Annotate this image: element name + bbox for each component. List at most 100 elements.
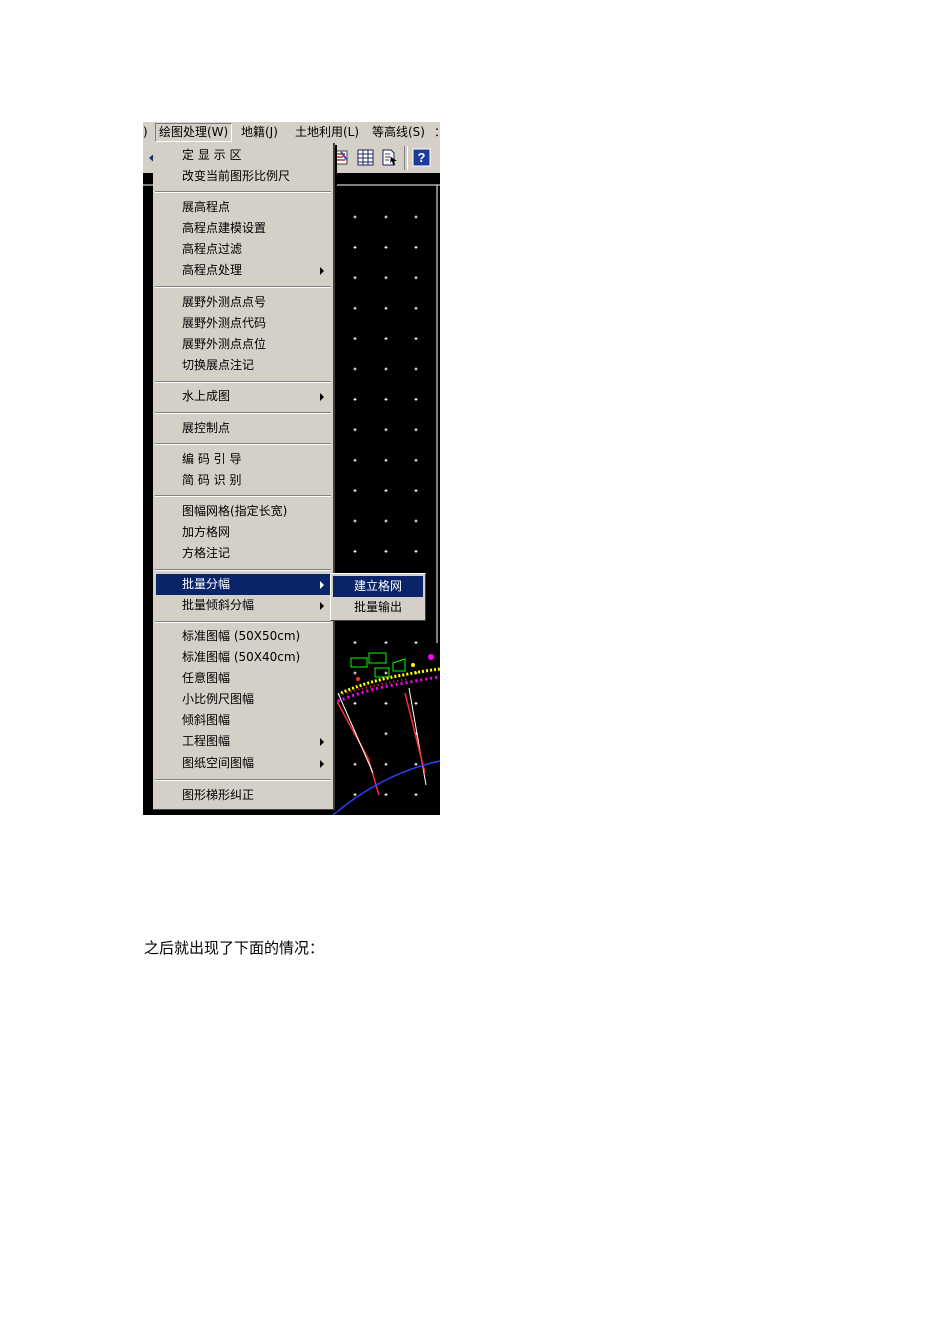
document-arrow-icon[interactable] [380,148,399,167]
menu-separator [155,779,331,781]
menu-cadastre[interactable]: 地籍(J) [241,124,278,141]
menu-item-batch-split[interactable]: 批量分幅 [156,574,330,595]
menu-item-add-square-grid[interactable]: 加方格网 [156,522,330,543]
menu-item-batch-oblique-split[interactable]: 批量倾斜分幅 [156,595,330,616]
menu-separator [155,443,331,445]
menu-item-show-field-point-codes[interactable]: 展野外测点代码 [156,313,330,334]
grid-point-mark [414,276,418,280]
menu-prev-item[interactable]: ) [143,124,148,141]
grid-point-mark [384,641,388,645]
grid-point-mark [384,519,388,523]
menu-item-show-field-point-positions[interactable]: 展野外测点点位 [156,334,330,355]
submenu-arrow-icon [320,581,324,589]
menu-item-engineering-sheet[interactable]: 工程图幅 [156,731,330,752]
grid-point-mark [353,671,357,675]
menu-item-label: 批量倾斜分幅 [182,598,255,612]
menu-item-label: 图形梯形纠正 [182,788,255,802]
grid-point-mark [414,549,418,553]
help-glyph: ? [418,150,426,165]
menu-item-show-field-point-numbers[interactable]: 展野外测点点号 [156,292,330,313]
menu-item-short-code-recognition[interactable]: 简 码 识 别 [156,470,330,491]
menu-item-label: 展野外测点点位 [182,337,267,351]
menu-item-label: 展野外测点代码 [182,316,267,330]
menu-item-label: 高程点过滤 [182,242,243,256]
menu-separator [155,191,331,193]
grid-point-mark [353,397,357,401]
grid-point-mark [353,428,357,432]
menu-item-label: 标准图幅 (50X40cm) [182,650,301,664]
menu-item-label: 高程点建模设置 [182,221,267,235]
grid-point-mark [414,428,418,432]
grid-point-mark [384,276,388,280]
grid-point-mark [384,701,388,705]
grid-point-mark [353,337,357,341]
menu-item-label: 图幅网格(指定长宽) [182,504,288,518]
menu-item-trapezoid-correction[interactable]: 图形梯形纠正 [156,785,330,806]
menu-item-label: 图纸空间图幅 [182,756,255,770]
grid-point-mark [353,641,357,645]
grid-point-mark [384,762,388,766]
menu-item-water-mapping[interactable]: 水上成图 [156,386,330,407]
menu-item-show-elevation-points[interactable]: 展高程点 [156,197,330,218]
menu-item-label: 加方格网 [182,525,231,539]
submenu-arrow-icon [320,267,324,275]
menu-drawing-processing[interactable]: 绘图处理(W) [155,123,233,142]
menu-contour[interactable]: 等高线(S) [372,124,425,141]
grid-point-mark [353,549,357,553]
menu-item-elevation-filter[interactable]: 高程点过滤 [156,239,330,260]
menu-item-toggle-point-annotation[interactable]: 切换展点注记 [156,355,330,376]
menu-separator [155,621,331,623]
menu-item-paper-space-sheet[interactable]: 图纸空间图幅 [156,753,330,774]
grid-point-mark [414,458,418,462]
grid-point-mark [353,793,357,797]
menu-item-show-control-points[interactable]: 展控制点 [156,418,330,439]
grid-point-mark [353,306,357,310]
menu-item-standard-sheet-50x40[interactable]: 标准图幅 (50X40cm) [156,647,330,668]
menu-item-code-guide[interactable]: 编 码 引 导 [156,449,330,470]
submenu-item-batch-output[interactable]: 批量输出 [333,597,423,618]
grid-point-mark [353,215,357,219]
help-icon[interactable]: ? [412,148,431,167]
grid-icon[interactable] [356,148,375,167]
menu-item-standard-sheet-50x50[interactable]: 标准图幅 (50X50cm) [156,626,330,647]
menu-item-elevation-processing[interactable]: 高程点处理 [156,260,330,281]
menu-item-define-display-area[interactable]: 定 显 示 区 [156,145,330,166]
submenu-arrow-icon [320,602,324,610]
grid-point-mark [414,215,418,219]
batch-split-submenu: 建立格网 批量输出 [330,573,426,621]
grid-point-mark [384,793,388,797]
grid-point-mark [414,641,418,645]
menu-item-small-scale-sheet[interactable]: 小比例尺图幅 [156,689,330,710]
menu-item-sheet-grid-custom[interactable]: 图幅网格(指定长宽) [156,501,330,522]
grid-point-mark [353,276,357,280]
menu-next-item[interactable]: ： [434,124,440,141]
menu-item-change-scale[interactable]: 改变当前图形比例尺 [156,166,330,187]
menu-item-arbitrary-sheet[interactable]: 任意图幅 [156,668,330,689]
menu-item-grid-annotation[interactable]: 方格注记 [156,543,330,564]
menu-separator [155,412,331,414]
menu-item-label: 工程图幅 [182,734,231,748]
grid-point-mark [353,762,357,766]
grid-point-mark [353,519,357,523]
caption-text: 之后就出现了下面的情况： [144,939,325,957]
grid-point-mark [384,215,388,219]
drawing-processing-dropdown: 定 显 示 区 改变当前图形比例尺 展高程点 高程点建模设置 高程点过滤 高程点… [153,143,335,810]
toolbar-separator [404,146,408,170]
menu-land-use[interactable]: 土地利用(L) [295,124,359,141]
menu-item-label: 展控制点 [182,421,231,435]
menu-bar: ) 绘图处理(W) 地籍(J) 土地利用(L) 等高线(S) ： [143,122,440,143]
menu-item-label: 倾斜图幅 [182,713,231,727]
menu-item-elevation-modeling-settings[interactable]: 高程点建模设置 [156,218,330,239]
grid-point-mark [384,306,388,310]
grid-point-mark [414,337,418,341]
screenshot: ) 绘图处理(W) 地籍(J) 土地利用(L) 等高线(S) ： [143,122,440,815]
menu-item-oblique-sheet[interactable]: 倾斜图幅 [156,710,330,731]
menu-item-label: 高程点处理 [182,263,243,277]
submenu-item-build-grid[interactable]: 建立格网 [333,576,423,597]
grid-point-mark [384,732,388,736]
grid-point-mark [414,306,418,310]
menu-item-label: 简 码 识 别 [182,473,242,487]
menu-item-label: 展高程点 [182,200,231,214]
grid-point-mark [414,245,418,249]
grid-point-mark [353,701,357,705]
